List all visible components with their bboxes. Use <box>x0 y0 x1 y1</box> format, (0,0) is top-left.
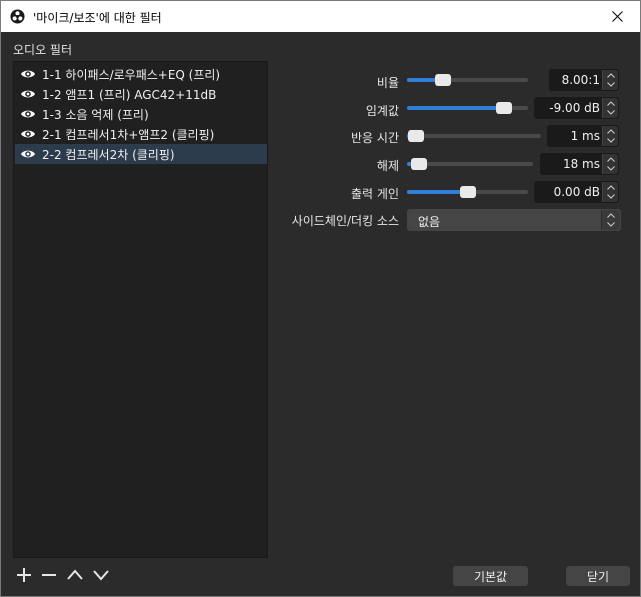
output-gain-value: 0.00 dB <box>553 185 600 199</box>
filter-list[interactable]: 1-1 하이패스/로우패스+EQ (프리) 1-2 앰프1 (프리) AGC42… <box>13 61 268 558</box>
close-button[interactable]: 닫기 <box>566 566 630 586</box>
output-gain-spinbox[interactable]: 0.00 dB <box>534 181 619 203</box>
spin-arrows[interactable] <box>602 182 618 202</box>
attack-slider[interactable] <box>407 130 541 142</box>
filter-name: 1-3 소음 억제 (프리) <box>42 108 149 122</box>
chevron-down-icon[interactable] <box>607 166 615 171</box>
ratio-label: 비율 <box>376 76 399 90</box>
plus-icon[interactable] <box>15 566 33 584</box>
output-gain-slider[interactable] <box>407 186 528 198</box>
chevron-down-icon[interactable] <box>607 82 615 87</box>
ratio-value: 8.00:1 <box>561 73 600 87</box>
eye-icon[interactable] <box>20 147 36 161</box>
spin-arrows[interactable] <box>602 70 618 90</box>
sidechain-value: 없음 <box>418 215 441 229</box>
audio-filters-label: 오디오 필터 <box>13 43 73 57</box>
filter-name: 1-1 하이패스/로우패스+EQ (프리) <box>42 68 221 82</box>
slider-handle[interactable] <box>460 186 476 198</box>
spin-arrows[interactable] <box>602 126 618 146</box>
filter-name: 1-2 앰프1 (프리) AGC42+11dB <box>42 88 217 102</box>
spin-arrows[interactable] <box>602 98 618 118</box>
filters-window: '마이크/보조'에 대한 필터 오디오 필터 1-1 하이패스/로우패스+EQ … <box>0 0 641 597</box>
attack-value: 1 ms <box>570 129 600 143</box>
chevron-up-icon[interactable] <box>607 101 615 106</box>
list-item[interactable]: 1-2 앰프1 (프리) AGC42+11dB <box>15 84 267 104</box>
chevron-down-icon[interactable] <box>607 110 615 115</box>
filter-name: 2-1 컴프레서1차+앰프2 (클리핑) <box>42 128 215 142</box>
minus-icon[interactable] <box>40 566 58 584</box>
slider-handle[interactable] <box>408 130 424 142</box>
release-spinbox[interactable]: 18 ms <box>540 153 619 175</box>
slider-handle[interactable] <box>496 102 512 114</box>
slider-fill <box>407 106 504 110</box>
slider-fill <box>407 190 468 194</box>
slider-handle[interactable] <box>435 74 451 86</box>
eye-icon[interactable] <box>20 127 36 141</box>
threshold-value: -9.00 dB <box>549 101 600 115</box>
defaults-button[interactable]: 기본값 <box>453 566 528 586</box>
release-label: 해제 <box>376 159 399 173</box>
filter-name: 2-2 컴프레서2차 (클리핑) <box>42 148 175 162</box>
attack-label: 반응 시간 <box>351 131 399 145</box>
ratio-spinbox[interactable]: 8.00:1 <box>549 69 619 91</box>
eye-icon[interactable] <box>20 67 36 81</box>
sidechain-select[interactable]: 없음 <box>407 209 621 231</box>
chevron-down-icon <box>607 222 615 227</box>
close-window-button[interactable] <box>594 1 640 32</box>
window-title: '마이크/보조'에 대한 필터 <box>33 11 162 25</box>
spin-arrows[interactable] <box>602 154 618 174</box>
list-item[interactable]: 2-1 컴프레서1차+앰프2 (클리핑) <box>15 124 267 144</box>
release-slider[interactable] <box>407 158 533 170</box>
eye-icon[interactable] <box>20 87 36 101</box>
threshold-label: 임계값 <box>365 104 399 118</box>
slider-handle[interactable] <box>411 158 427 170</box>
chevron-up-icon[interactable] <box>66 566 84 584</box>
attack-spinbox[interactable]: 1 ms <box>547 125 619 147</box>
chevron-up-icon <box>607 213 615 218</box>
chevron-down-icon[interactable] <box>92 566 110 584</box>
chevron-up-icon[interactable] <box>607 157 615 162</box>
obs-logo-icon <box>10 9 25 24</box>
ratio-slider[interactable] <box>407 74 528 86</box>
chevron-up-icon[interactable] <box>607 185 615 190</box>
title-bar: '마이크/보조'에 대한 필터 <box>1 1 640 32</box>
release-value: 18 ms <box>562 157 600 171</box>
close-icon <box>611 11 623 22</box>
list-item[interactable]: 1-3 소음 억제 (프리) <box>15 104 267 124</box>
eye-icon[interactable] <box>20 107 36 121</box>
threshold-slider[interactable] <box>407 102 528 114</box>
chevron-down-icon[interactable] <box>607 138 615 143</box>
chevron-up-icon[interactable] <box>607 129 615 134</box>
list-item-selected[interactable]: 2-2 컴프레서2차 (클리핑) <box>15 144 267 164</box>
threshold-spinbox[interactable]: -9.00 dB <box>534 97 619 119</box>
chevron-up-icon[interactable] <box>607 73 615 78</box>
output-gain-label: 출력 게인 <box>351 187 399 201</box>
list-item[interactable]: 1-1 하이패스/로우패스+EQ (프리) <box>15 64 267 84</box>
chevron-down-icon[interactable] <box>607 194 615 199</box>
sidechain-label: 사이드체인/더킹 소스 <box>291 214 399 228</box>
combo-arrows[interactable] <box>601 210 620 230</box>
